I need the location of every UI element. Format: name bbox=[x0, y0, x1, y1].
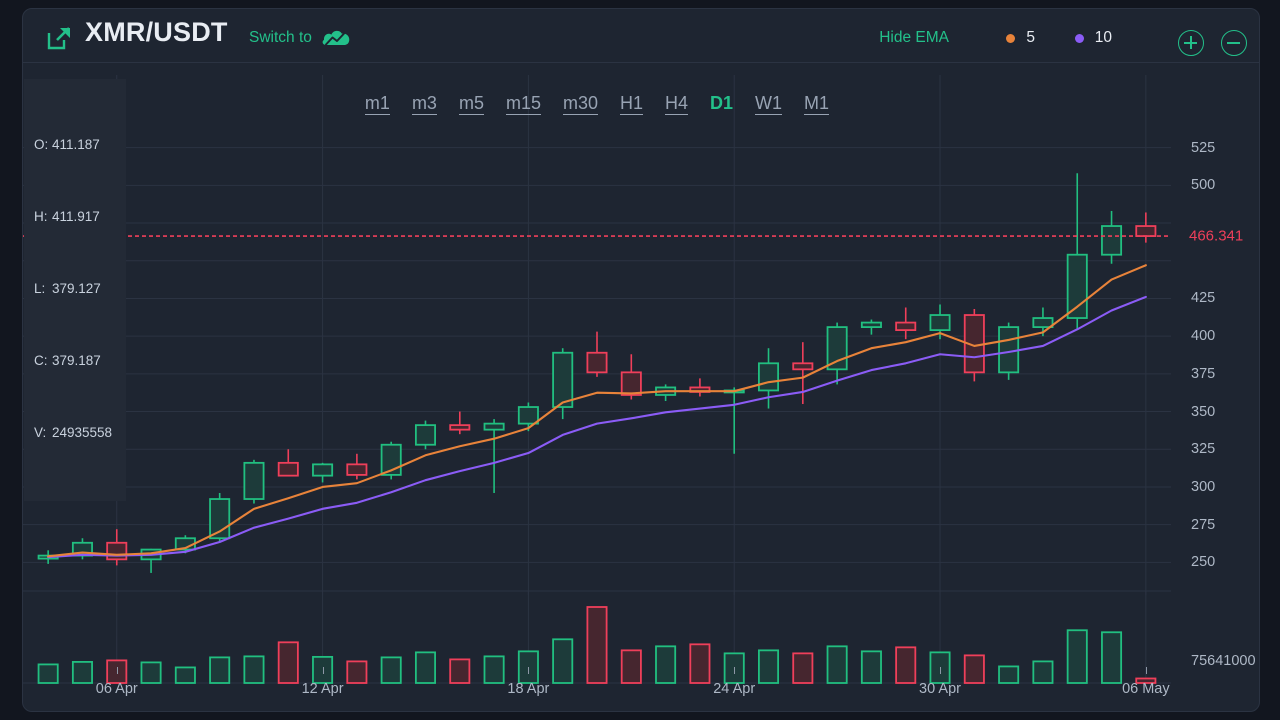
candle bbox=[1101, 210, 1123, 264]
price-tick-label: 425 bbox=[1191, 290, 1216, 307]
plot-canvas bbox=[23, 75, 1171, 684]
candle bbox=[792, 342, 814, 405]
candle bbox=[1066, 173, 1088, 329]
time-tick-mark bbox=[322, 667, 324, 674]
timeframe-m3[interactable]: m3 bbox=[411, 93, 437, 115]
ohlc-close-key: C: bbox=[34, 353, 48, 368]
time-tick-label: 06 May bbox=[1122, 681, 1170, 697]
candle bbox=[655, 384, 677, 401]
ohlc-open-key: O: bbox=[34, 137, 49, 152]
time-tick-label: 12 Apr bbox=[301, 681, 344, 697]
price-tick-label: 400 bbox=[1191, 328, 1216, 345]
ema5-color-dot bbox=[1006, 33, 1016, 43]
candle bbox=[586, 331, 608, 377]
timeframe-D1[interactable]: D1 bbox=[710, 93, 733, 115]
price-tick-label: 375 bbox=[1191, 365, 1216, 382]
area-chart-icon bbox=[321, 27, 351, 49]
candle bbox=[1135, 212, 1157, 243]
candle bbox=[483, 419, 505, 493]
candle bbox=[277, 449, 299, 477]
price-tick-label: 500 bbox=[1191, 177, 1216, 194]
timeframe-W1[interactable]: W1 bbox=[755, 93, 783, 115]
time-tick-label: 18 Apr bbox=[507, 681, 550, 697]
ohlc-volume-key: V: bbox=[34, 425, 47, 440]
candle bbox=[723, 387, 745, 454]
chart-header: XMR/USDT Switch to Hide EMA 5 10 bbox=[23, 9, 1259, 63]
ohlc-low-key: L: bbox=[34, 281, 46, 296]
timeframe-m5[interactable]: m5 bbox=[458, 93, 484, 115]
last-price-label: 466.341 bbox=[1189, 227, 1244, 245]
ohlc-close-value: 379.187 bbox=[52, 353, 101, 368]
time-tick-mark bbox=[734, 667, 736, 674]
time-tick-mark bbox=[940, 667, 942, 674]
timeframe-H4[interactable]: H4 bbox=[665, 93, 689, 115]
candle bbox=[346, 453, 368, 480]
external-link-icon[interactable] bbox=[46, 25, 72, 51]
candle bbox=[106, 529, 128, 566]
candle bbox=[895, 307, 917, 340]
time-tick-mark bbox=[528, 667, 530, 674]
ema10-period: 10 bbox=[1094, 29, 1112, 46]
timeframe-M1[interactable]: M1 bbox=[804, 93, 830, 115]
timeframe-m30[interactable]: m30 bbox=[562, 93, 598, 115]
price-tick-label: 325 bbox=[1191, 441, 1216, 458]
ohlc-open-row: O: 411.187 bbox=[34, 133, 112, 157]
ema10-color-dot bbox=[1074, 33, 1084, 43]
price-tick-label: 250 bbox=[1191, 554, 1216, 571]
price-tick-label: 350 bbox=[1191, 403, 1216, 420]
zoom-out-button[interactable] bbox=[1221, 30, 1247, 56]
ohlc-close-row: C: 379.187 bbox=[34, 349, 112, 373]
page-title: XMR/USDT bbox=[85, 17, 228, 47]
candle bbox=[414, 420, 436, 450]
time-tick-mark bbox=[1145, 667, 1147, 674]
candle bbox=[243, 459, 265, 504]
ohlc-high-row: H: 411.917 bbox=[34, 205, 112, 229]
ohlc-high-value: 411.917 bbox=[52, 209, 100, 224]
ohlc-volume-row: V: 24935558 bbox=[34, 421, 112, 445]
candle bbox=[312, 462, 334, 483]
ohlc-low-value: 379.127 bbox=[52, 281, 101, 296]
timeframe-m15[interactable]: m15 bbox=[505, 93, 541, 115]
candle bbox=[860, 319, 882, 335]
switch-chart-type-button[interactable]: Switch to bbox=[249, 27, 351, 49]
time-axis: 06 Apr 12 Apr 18 Apr 24 Apr 30 Apr 06 May bbox=[23, 667, 1171, 711]
timeframe-selector[interactable]: m1 m3 m5 m15 m30 H1 H4 D1 W1 M1 bbox=[23, 93, 1171, 115]
ema-legend-5[interactable]: 5 bbox=[1006, 29, 1035, 47]
candle bbox=[449, 411, 471, 435]
ema-legend-10[interactable]: 10 bbox=[1074, 29, 1112, 47]
time-tick-mark bbox=[116, 667, 118, 674]
price-tick-label: 525 bbox=[1191, 139, 1216, 156]
candle bbox=[826, 322, 848, 385]
chart-widget: XMR/USDT Switch to Hide EMA 5 10 O: 411.1… bbox=[22, 8, 1260, 712]
zoom-in-button[interactable] bbox=[1178, 30, 1204, 56]
volume-tick-label: 75641000 bbox=[1191, 653, 1256, 669]
candlestick-plot[interactable] bbox=[23, 63, 1171, 711]
hide-ema-button[interactable]: Hide EMA bbox=[879, 29, 949, 47]
ohlc-low-row: L: 379.127 bbox=[34, 277, 112, 301]
timeframe-H1[interactable]: H1 bbox=[620, 93, 644, 115]
ema5-period: 5 bbox=[1026, 29, 1035, 46]
switch-chart-type-label: Switch to bbox=[249, 29, 312, 46]
price-tick-label: 300 bbox=[1191, 478, 1216, 495]
ohlc-high-key: H: bbox=[34, 209, 48, 224]
time-tick-label: 30 Apr bbox=[919, 681, 961, 697]
ohlc-info-box: O: 411.187 H: 411.917 L: 379.127 C: 379.187 … bbox=[24, 79, 127, 501]
candle bbox=[689, 378, 711, 397]
ohlc-open-value: 411.187 bbox=[52, 137, 100, 152]
time-tick-label: 24 Apr bbox=[713, 681, 756, 697]
ohlc-volume-value: 24935558 bbox=[52, 425, 113, 440]
chart-body: O: 411.187 H: 411.917 L: 379.127 C: 379.187 … bbox=[23, 63, 1259, 711]
time-tick-label: 06 Apr bbox=[95, 681, 138, 697]
timeframe-m1[interactable]: m1 bbox=[364, 93, 390, 115]
price-tick-label: 275 bbox=[1191, 516, 1216, 533]
